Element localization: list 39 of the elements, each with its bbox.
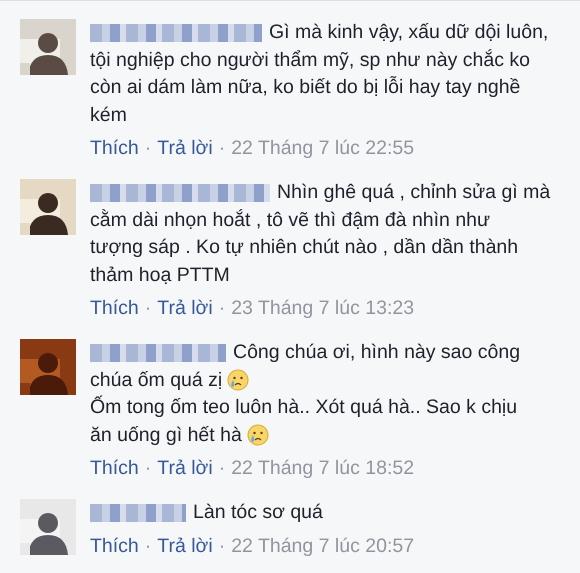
reply-link[interactable]: Trả lời [157, 532, 213, 560]
comment-text: còn ai dám làm nữa, ko biết do bị lỗi hay tay nghề [90, 75, 520, 100]
separator-dot: · [218, 136, 226, 161]
separator-dot: · [218, 534, 226, 558]
like-link[interactable]: Thích [90, 295, 139, 322]
timestamp: 22 Tháng 7 lúc 22:55 [231, 136, 414, 161]
timestamp: 23 Tháng 7 lúc 13:23 [231, 296, 414, 321]
timestamp: 22 Tháng 7 lúc 20:57 [231, 534, 414, 558]
comment-text: Làn tóc sơ quá [193, 500, 323, 525]
comment-text: ăn uống gì hết hà [90, 422, 242, 448]
separator-dot: · [144, 456, 152, 481]
comment-text: Nhìn ghê quá , chỉnh sửa gì mà [277, 180, 550, 205]
comment-text: tội nghiệp cho người thẩm mỹ, sp như này chắc ko [90, 48, 530, 72]
separator-dot: · [144, 296, 152, 321]
separator-dot: · [218, 456, 226, 481]
blurred-name[interactable] [90, 504, 186, 522]
comment-text: Gì mà kinh vậy, xấu dữ dội luôn, [269, 20, 548, 45]
comment-text: chúa ốm quá zị [90, 368, 222, 392]
reply-link[interactable]: Trả lời [157, 455, 213, 482]
blurred-name[interactable] [90, 184, 270, 202]
like-link[interactable]: Thích [90, 455, 139, 482]
like-link[interactable]: Thích [90, 135, 139, 162]
crying-face-icon [246, 424, 269, 446]
comment-text: tượng sáp . Ko tự nhiên chút nào , dần dần thành [90, 235, 518, 260]
blurred-name[interactable] [90, 344, 226, 362]
like-link[interactable]: Thích [90, 532, 139, 560]
reply-link[interactable]: Trả lời [157, 295, 213, 322]
comment-text: thảm hoạ PTTM [90, 262, 230, 288]
comment-text: kém [90, 102, 127, 128]
blurred-name[interactable] [90, 24, 262, 42]
comment-text: Công chúa ơi, hình này sao công [233, 340, 520, 365]
reply-link[interactable]: Trả lời [157, 135, 213, 162]
timestamp: 22 Tháng 7 lúc 18:52 [231, 456, 414, 481]
separator-dot: · [144, 534, 152, 558]
comment-text: cằm dài nhọn hoắt , tô vẽ thì đậm đà nhìn như [90, 208, 490, 232]
comment-text: Ốm tong ốm teo luôn hà.. Xót quá hà.. Sao k chịu [90, 394, 518, 420]
separator-dot: · [218, 296, 226, 321]
separator-dot: · [144, 136, 152, 161]
crying-face-icon [227, 369, 250, 392]
